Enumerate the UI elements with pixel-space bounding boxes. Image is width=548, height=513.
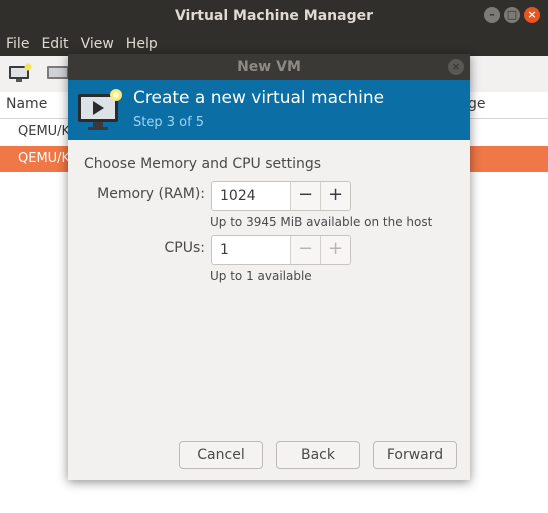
close-icon[interactable]: × (524, 7, 540, 23)
dialog-titlebar: New VM × (68, 54, 470, 80)
minimize-icon[interactable]: – (484, 7, 500, 23)
memory-hint: Up to 3945 MiB available on the host (210, 215, 433, 229)
cpus-input[interactable]: 1 (212, 236, 290, 264)
menu-file[interactable]: File (0, 36, 35, 52)
monitor-icon[interactable] (46, 63, 70, 83)
new-vm-icon[interactable] (8, 63, 32, 83)
wizard-step: Step 3 of 5 (133, 115, 205, 130)
wizard-header: Create a new virtual machine Step 3 of 5 (68, 80, 470, 140)
new-vm-icon (78, 89, 122, 130)
memory-input[interactable]: 1024 (212, 182, 290, 210)
menu-help[interactable]: Help (120, 36, 164, 52)
menu-view[interactable]: View (75, 36, 120, 52)
window-title: Virtual Machine Manager (174, 8, 374, 24)
minus-icon[interactable]: − (290, 236, 320, 264)
plus-icon[interactable]: + (320, 236, 350, 264)
maximize-icon[interactable]: □ (504, 7, 520, 23)
plus-icon[interactable]: + (320, 182, 350, 210)
menu-edit[interactable]: Edit (35, 36, 74, 52)
memory-stepper: 1024 − + (211, 181, 351, 211)
window-controls: – □ × (484, 7, 540, 23)
column-usage[interactable]: ge (468, 96, 486, 112)
cpus-hint: Up to 1 available (210, 269, 312, 283)
cancel-button[interactable]: Cancel (179, 441, 263, 469)
new-vm-dialog: New VM × Create a new virtual machine St… (68, 54, 470, 480)
minus-icon[interactable]: − (290, 182, 320, 210)
dialog-title: New VM (237, 59, 301, 75)
memory-label: Memory (RAM): (97, 186, 205, 202)
wizard-title: Create a new virtual machine (133, 88, 385, 108)
cpus-stepper: 1 − + (211, 235, 351, 265)
forward-button[interactable]: Forward (373, 441, 457, 469)
column-name[interactable]: Name (6, 96, 47, 112)
close-icon[interactable]: × (448, 59, 464, 75)
back-button[interactable]: Back (276, 441, 360, 469)
cpus-label: CPUs: (164, 240, 205, 256)
main-titlebar: Virtual Machine Manager – □ × (0, 0, 548, 32)
section-label: Choose Memory and CPU settings (84, 156, 322, 172)
menubar: File Edit View Help (0, 32, 548, 56)
